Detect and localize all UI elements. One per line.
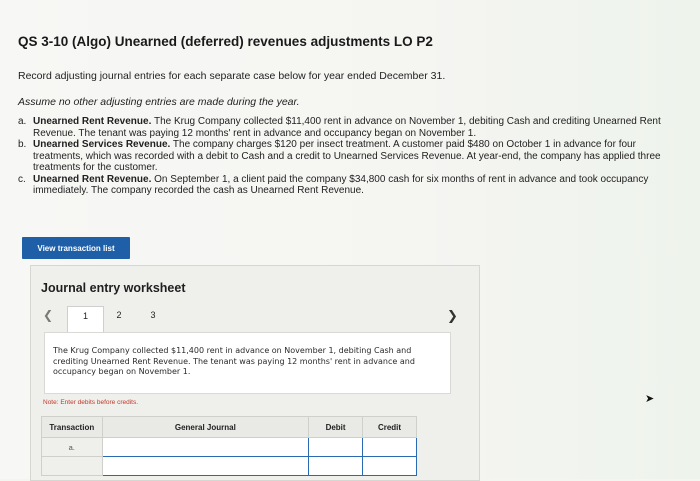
case-item: a. Unearned Rent Revenue. The Krug Compa… (18, 116, 678, 139)
page-title: QS 3-10 (Algo) Unearned (deferred) reven… (18, 34, 433, 49)
chevron-left-icon[interactable]: ❮ (43, 308, 53, 322)
transaction-description: The Krug Company collected $11,400 rent … (53, 346, 415, 376)
case-heading: Unearned Rent Revenue. (33, 173, 152, 185)
journal-entry-worksheet: Journal entry worksheet ❮ 1 2 3 ❯ The Kr… (30, 265, 480, 481)
case-list: a. Unearned Rent Revenue. The Krug Compa… (18, 116, 678, 197)
transaction-description-box: The Krug Company collected $11,400 rent … (44, 332, 451, 394)
case-letter: b. (18, 139, 27, 150)
credit-input[interactable] (362, 437, 417, 457)
table-row: a. (41, 437, 417, 457)
debit-input[interactable] (308, 456, 363, 476)
credit-input[interactable] (362, 456, 417, 476)
journal-table: Transaction General Journal Debit Credit… (41, 416, 417, 476)
chevron-right-icon[interactable]: ❯ (447, 308, 458, 324)
general-journal-input[interactable] (101, 456, 310, 476)
case-item: c. Unearned Rent Revenue. On September 1… (18, 174, 678, 197)
case-item: b. Unearned Services Revenue. The compan… (18, 139, 678, 174)
tab-2[interactable]: 2 (109, 306, 129, 328)
debit-input[interactable] (308, 437, 363, 457)
general-journal-input[interactable] (101, 437, 310, 457)
case-letter: a. (18, 116, 27, 127)
entry-note: Note: Enter debits before credits. (43, 399, 139, 406)
page: QS 3-10 (Algo) Unearned (deferred) reven… (0, 0, 700, 481)
worksheet-title: Journal entry worksheet (41, 281, 186, 295)
column-header-debit: Debit (308, 416, 363, 438)
view-transaction-list-button[interactable]: View transaction list (22, 237, 130, 259)
case-heading: Unearned Services Revenue. (33, 139, 171, 150)
transaction-cell: a. (41, 437, 103, 457)
instructions-assume: Assume no other adjusting entries are ma… (18, 96, 300, 108)
instructions-record: Record adjusting journal entries for eac… (18, 70, 446, 82)
tab-1[interactable]: 1 (67, 306, 104, 332)
case-heading: Unearned Rent Revenue. (33, 116, 152, 127)
column-header-credit: Credit (362, 416, 417, 438)
mouse-cursor-icon: ➤ (645, 393, 655, 405)
case-letter: c. (18, 173, 26, 185)
column-header-general-journal: General Journal (101, 416, 310, 438)
transaction-cell (41, 456, 103, 476)
tab-3[interactable]: 3 (143, 306, 163, 328)
column-header-transaction: Transaction (41, 416, 103, 438)
table-row (41, 456, 417, 476)
